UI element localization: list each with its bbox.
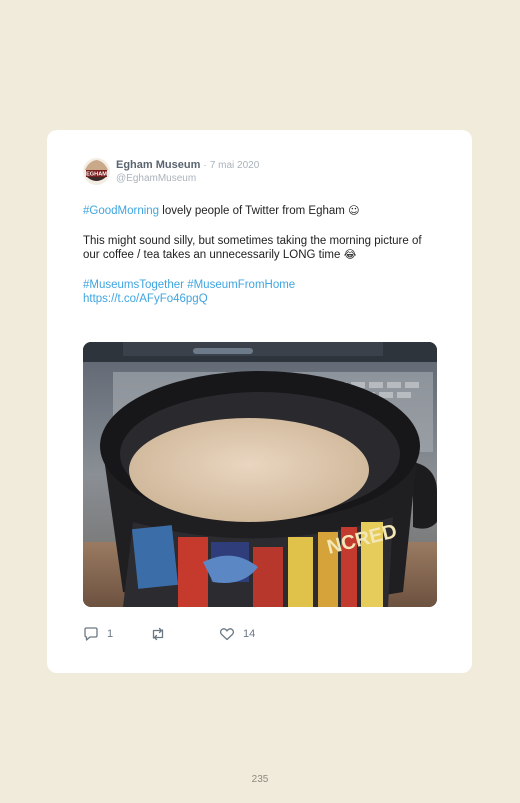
- hashtag-goodmorning[interactable]: #GoodMorning: [83, 205, 159, 217]
- retweet-button[interactable]: [150, 627, 166, 641]
- tweet-date[interactable]: 7 mai 2020: [210, 160, 259, 171]
- tweet-link-line: https://t.co/AFyFo46pgQ: [83, 292, 433, 307]
- like-button[interactable]: 14: [219, 627, 255, 641]
- retweet-icon: [152, 627, 164, 641]
- tweet-url[interactable]: https://t.co/AFyFo46pgQ: [83, 293, 208, 305]
- tweet-line-1: #GoodMorning lovely people of Twitter fr…: [83, 204, 433, 219]
- reply-icon: [84, 627, 98, 641]
- separator-dot: ·: [203, 160, 207, 171]
- laughing-emoji: 😂: [343, 248, 357, 261]
- author-name[interactable]: Egham Museum: [116, 159, 200, 171]
- reply-count: 1: [107, 628, 114, 640]
- coffee-mug-image: NCRED: [83, 342, 437, 607]
- tweet-paragraph-2: This might sound silly, but sometimes ta…: [83, 234, 433, 263]
- tweet-photo[interactable]: NCRED: [83, 342, 437, 607]
- smiling-emoji: ☺: [348, 204, 360, 217]
- paragraph2-text: This might sound silly, but sometimes ta…: [83, 234, 422, 262]
- page-number: 235: [251, 774, 269, 785]
- tweet-card: EGHAM Egham Museum · 7 mai 2020 @EghamMu…: [47, 130, 472, 673]
- tweet-text: #GoodMorning lovely people of Twitter fr…: [83, 204, 433, 307]
- like-count: 14: [243, 628, 256, 640]
- author-handle[interactable]: @EghamMuseum: [116, 173, 196, 185]
- avatar[interactable]: EGHAM: [83, 158, 110, 185]
- line1-text: lovely people of Twitter from Egham: [159, 205, 349, 217]
- heart-icon: [219, 628, 235, 641]
- hashtag-museumfromhome[interactable]: #MuseumFromHome: [187, 279, 295, 291]
- hashtag-museumstogether[interactable]: #MuseumsTogether: [83, 279, 184, 291]
- author-line: Egham Museum · 7 mai 2020: [116, 159, 259, 172]
- avatar-logo-text: EGHAM: [86, 172, 107, 178]
- reply-button[interactable]: 1: [83, 627, 113, 641]
- tweet-hashtags: #MuseumsTogether #MuseumFromHome: [83, 278, 433, 293]
